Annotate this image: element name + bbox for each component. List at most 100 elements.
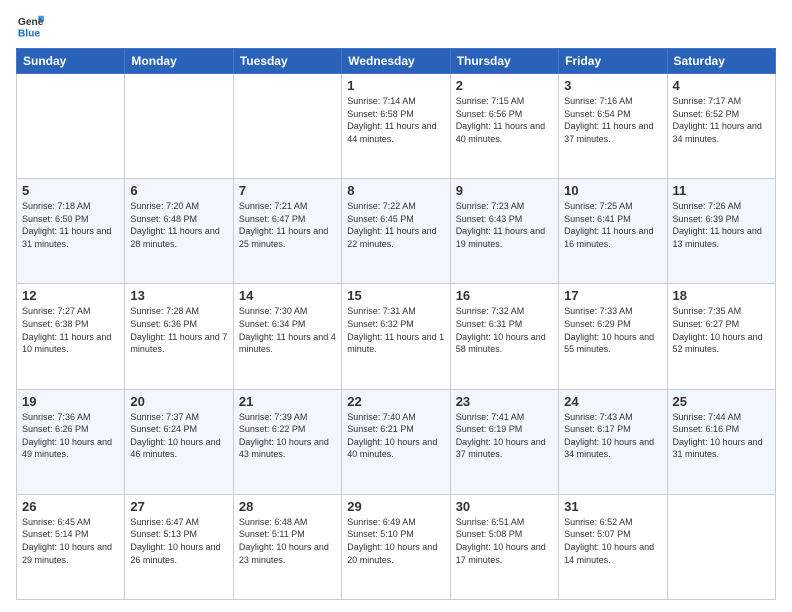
cell-info: Sunrise: 7:44 AMSunset: 6:16 PMDaylight:… [673, 411, 770, 461]
cell-info: Sunrise: 6:47 AMSunset: 5:13 PMDaylight:… [130, 516, 227, 566]
calendar-cell: 11 Sunrise: 7:26 AMSunset: 6:39 PMDayligh… [667, 179, 775, 284]
weekday-header-thursday: Thursday [450, 49, 558, 74]
day-number: 20 [130, 394, 227, 409]
calendar-cell: 24 Sunrise: 7:43 AMSunset: 6:17 PMDayligh… [559, 389, 667, 494]
calendar-cell: 13 Sunrise: 7:28 AMSunset: 6:36 PMDayligh… [125, 284, 233, 389]
calendar-table: SundayMondayTuesdayWednesdayThursdayFrid… [16, 48, 776, 600]
cell-info: Sunrise: 7:23 AMSunset: 6:43 PMDaylight:… [456, 200, 553, 250]
day-number: 26 [22, 499, 119, 514]
day-number: 12 [22, 288, 119, 303]
cell-info: Sunrise: 7:39 AMSunset: 6:22 PMDaylight:… [239, 411, 336, 461]
calendar-cell: 4 Sunrise: 7:17 AMSunset: 6:52 PMDaylight… [667, 74, 775, 179]
calendar-cell: 26 Sunrise: 6:45 AMSunset: 5:14 PMDayligh… [17, 494, 125, 599]
calendar-cell: 22Sunrise: 7:40 AMSunset: 6:21 PMDayligh… [342, 389, 450, 494]
calendar-cell: 5 Sunrise: 7:18 AMSunset: 6:50 PMDaylight… [17, 179, 125, 284]
cell-info: Sunrise: 6:49 AMSunset: 5:10 PMDaylight:… [347, 516, 444, 566]
week-row-1: 1 Sunrise: 7:14 AMSunset: 6:58 PMDaylight… [17, 74, 776, 179]
cell-info: Sunrise: 7:43 AMSunset: 6:17 PMDaylight:… [564, 411, 661, 461]
page: General Blue SundayMondayTuesdayWednesda… [0, 0, 792, 612]
cell-info: Sunrise: 7:30 AMSunset: 6:34 PMDaylight:… [239, 305, 336, 355]
day-number: 7 [239, 183, 336, 198]
cell-info: Sunrise: 7:21 AMSunset: 6:47 PMDaylight:… [239, 200, 336, 250]
day-number: 21 [239, 394, 336, 409]
weekday-header-friday: Friday [559, 49, 667, 74]
cell-info: Sunrise: 6:51 AMSunset: 5:08 PMDaylight:… [456, 516, 553, 566]
calendar-cell: 18Sunrise: 7:35 AMSunset: 6:27 PMDayligh… [667, 284, 775, 389]
calendar-cell: 12 Sunrise: 7:27 AMSunset: 6:38 PMDayligh… [17, 284, 125, 389]
day-number: 30 [456, 499, 553, 514]
day-number: 25 [673, 394, 770, 409]
day-number: 6 [130, 183, 227, 198]
cell-info: Sunrise: 7:28 AMSunset: 6:36 PMDaylight:… [130, 305, 227, 355]
cell-info: Sunrise: 6:48 AMSunset: 5:11 PMDaylight:… [239, 516, 336, 566]
weekday-header-tuesday: Tuesday [233, 49, 341, 74]
day-number: 28 [239, 499, 336, 514]
day-number: 17 [564, 288, 661, 303]
cell-info: Sunrise: 7:35 AMSunset: 6:27 PMDaylight:… [673, 305, 770, 355]
day-number: 14 [239, 288, 336, 303]
week-row-3: 12 Sunrise: 7:27 AMSunset: 6:38 PMDayligh… [17, 284, 776, 389]
calendar-cell: 21 Sunrise: 7:39 AMSunset: 6:22 PMDayligh… [233, 389, 341, 494]
calendar-cell: 31 Sunrise: 6:52 AMSunset: 5:07 PMDayligh… [559, 494, 667, 599]
day-number: 4 [673, 78, 770, 93]
cell-info: Sunrise: 7:18 AMSunset: 6:50 PMDaylight:… [22, 200, 119, 250]
cell-info: Sunrise: 7:15 AMSunset: 6:56 PMDaylight:… [456, 95, 553, 145]
calendar-cell: 25 Sunrise: 7:44 AMSunset: 6:16 PMDayligh… [667, 389, 775, 494]
weekday-header-sunday: Sunday [17, 49, 125, 74]
day-number: 11 [673, 183, 770, 198]
calendar-cell [17, 74, 125, 179]
cell-info: Sunrise: 7:20 AMSunset: 6:48 PMDaylight:… [130, 200, 227, 250]
cell-info: Sunrise: 7:41 AMSunset: 6:19 PMDaylight:… [456, 411, 553, 461]
day-number: 16 [456, 288, 553, 303]
cell-info: Sunrise: 7:14 AMSunset: 6:58 PMDaylight:… [347, 95, 444, 145]
calendar-cell: 28 Sunrise: 6:48 AMSunset: 5:11 PMDayligh… [233, 494, 341, 599]
cell-info: Sunrise: 7:31 AMSunset: 6:32 PMDaylight:… [347, 305, 444, 355]
cell-info: Sunrise: 7:33 AMSunset: 6:29 PMDaylight:… [564, 305, 661, 355]
day-number: 2 [456, 78, 553, 93]
calendar-cell: 2 Sunrise: 7:15 AMSunset: 6:56 PMDaylight… [450, 74, 558, 179]
logo: General Blue [16, 12, 48, 40]
week-row-4: 19Sunrise: 7:36 AMSunset: 6:26 PMDayligh… [17, 389, 776, 494]
weekday-header-row: SundayMondayTuesdayWednesdayThursdayFrid… [17, 49, 776, 74]
calendar-cell [667, 494, 775, 599]
week-row-2: 5 Sunrise: 7:18 AMSunset: 6:50 PMDaylight… [17, 179, 776, 284]
calendar-cell: 16 Sunrise: 7:32 AMSunset: 6:31 PMDayligh… [450, 284, 558, 389]
calendar-cell [125, 74, 233, 179]
day-number: 10 [564, 183, 661, 198]
day-number: 9 [456, 183, 553, 198]
cell-info: Sunrise: 7:26 AMSunset: 6:39 PMDaylight:… [673, 200, 770, 250]
calendar-cell: 20Sunrise: 7:37 AMSunset: 6:24 PMDayligh… [125, 389, 233, 494]
cell-info: Sunrise: 7:17 AMSunset: 6:52 PMDaylight:… [673, 95, 770, 145]
calendar-cell: 6 Sunrise: 7:20 AMSunset: 6:48 PMDaylight… [125, 179, 233, 284]
day-number: 22 [347, 394, 444, 409]
cell-info: Sunrise: 7:27 AMSunset: 6:38 PMDaylight:… [22, 305, 119, 355]
cell-info: Sunrise: 6:45 AMSunset: 5:14 PMDaylight:… [22, 516, 119, 566]
calendar-cell: 27Sunrise: 6:47 AMSunset: 5:13 PMDayligh… [125, 494, 233, 599]
calendar-cell: 1 Sunrise: 7:14 AMSunset: 6:58 PMDaylight… [342, 74, 450, 179]
logo-icon: General Blue [16, 12, 44, 40]
calendar-cell: 3Sunrise: 7:16 AMSunset: 6:54 PMDaylight… [559, 74, 667, 179]
cell-info: Sunrise: 7:16 AMSunset: 6:54 PMDaylight:… [564, 95, 661, 145]
day-number: 31 [564, 499, 661, 514]
day-number: 13 [130, 288, 227, 303]
weekday-header-monday: Monday [125, 49, 233, 74]
calendar-cell: 29Sunrise: 6:49 AMSunset: 5:10 PMDayligh… [342, 494, 450, 599]
day-number: 1 [347, 78, 444, 93]
header: General Blue [16, 12, 776, 40]
calendar-cell: 14 Sunrise: 7:30 AMSunset: 6:34 PMDayligh… [233, 284, 341, 389]
cell-info: Sunrise: 7:22 AMSunset: 6:45 PMDaylight:… [347, 200, 444, 250]
day-number: 5 [22, 183, 119, 198]
calendar-cell: 10Sunrise: 7:25 AMSunset: 6:41 PMDayligh… [559, 179, 667, 284]
calendar-cell: 8Sunrise: 7:22 AMSunset: 6:45 PMDaylight… [342, 179, 450, 284]
cell-info: Sunrise: 6:52 AMSunset: 5:07 PMDaylight:… [564, 516, 661, 566]
day-number: 23 [456, 394, 553, 409]
day-number: 24 [564, 394, 661, 409]
calendar-cell: 7 Sunrise: 7:21 AMSunset: 6:47 PMDaylight… [233, 179, 341, 284]
cell-info: Sunrise: 7:32 AMSunset: 6:31 PMDaylight:… [456, 305, 553, 355]
calendar-cell: 15Sunrise: 7:31 AMSunset: 6:32 PMDayligh… [342, 284, 450, 389]
calendar-cell [233, 74, 341, 179]
calendar-cell: 17 Sunrise: 7:33 AMSunset: 6:29 PMDayligh… [559, 284, 667, 389]
calendar-cell: 23 Sunrise: 7:41 AMSunset: 6:19 PMDayligh… [450, 389, 558, 494]
weekday-header-saturday: Saturday [667, 49, 775, 74]
svg-text:Blue: Blue [18, 28, 41, 39]
